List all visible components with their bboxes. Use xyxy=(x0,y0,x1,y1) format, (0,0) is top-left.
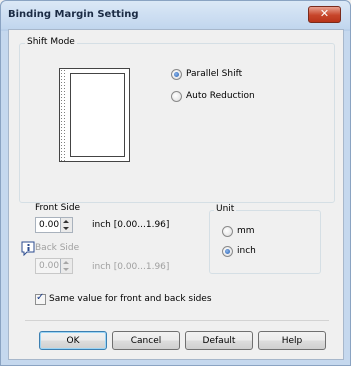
spin-up-icon[interactable] xyxy=(63,220,69,223)
binding-margin-dots xyxy=(60,69,66,161)
page-content-area xyxy=(70,73,125,157)
info-icon[interactable] xyxy=(21,241,36,256)
page-preview-icon xyxy=(59,68,130,162)
dialog-body: Shift Mode Parallel Shift Auto Reduction… xyxy=(8,29,344,360)
close-icon: ✕ xyxy=(319,7,330,20)
help-button[interactable]: Help xyxy=(258,331,326,350)
auto-reduction-label[interactable]: Auto Reduction xyxy=(186,91,255,101)
divider xyxy=(25,320,329,321)
unit-group xyxy=(209,210,321,274)
close-button[interactable]: ✕ xyxy=(308,6,341,23)
parallel-shift-label[interactable]: Parallel Shift xyxy=(186,69,242,79)
same-value-label[interactable]: Same value for front and back sides xyxy=(49,294,212,304)
window-title: Binding Margin Setting xyxy=(8,9,139,20)
unit-label: Unit xyxy=(214,204,237,214)
front-side-range: inch [0.00...1.96] xyxy=(92,220,170,230)
front-side-value[interactable]: 0.00 xyxy=(39,220,59,230)
parallel-shift-radio[interactable] xyxy=(171,69,182,80)
unit-mm-radio[interactable] xyxy=(222,226,233,237)
default-button[interactable]: Default xyxy=(185,331,253,350)
same-value-checkbox[interactable] xyxy=(35,292,46,305)
unit-inch-label[interactable]: inch xyxy=(237,246,256,256)
front-side-spin-buttons[interactable] xyxy=(60,218,72,232)
ok-button[interactable]: OK xyxy=(39,331,107,350)
spin-down-icon[interactable] xyxy=(63,268,69,271)
front-side-label: Front Side xyxy=(35,203,81,213)
dialog-window: Binding Margin Setting ✕ Shift Mode Para… xyxy=(0,0,351,366)
unit-inch-radio[interactable] xyxy=(222,246,233,257)
unit-mm-label[interactable]: mm xyxy=(237,226,255,236)
spin-down-icon[interactable] xyxy=(63,227,69,230)
back-side-value[interactable]: 0.00 xyxy=(39,261,59,271)
back-side-spinbox[interactable]: 0.00 xyxy=(35,258,73,274)
back-side-spin-buttons[interactable] xyxy=(60,259,72,273)
front-side-spinbox[interactable]: 0.00 xyxy=(35,217,73,233)
title-bar: Binding Margin Setting ✕ xyxy=(1,1,350,29)
shift-mode-label: Shift Mode xyxy=(25,37,77,47)
cancel-button[interactable]: Cancel xyxy=(112,331,180,350)
back-side-range: inch [0.00...1.96] xyxy=(92,262,170,272)
back-side-label: Back Side xyxy=(35,243,80,253)
auto-reduction-radio[interactable] xyxy=(171,91,182,102)
spin-up-icon[interactable] xyxy=(63,261,69,264)
